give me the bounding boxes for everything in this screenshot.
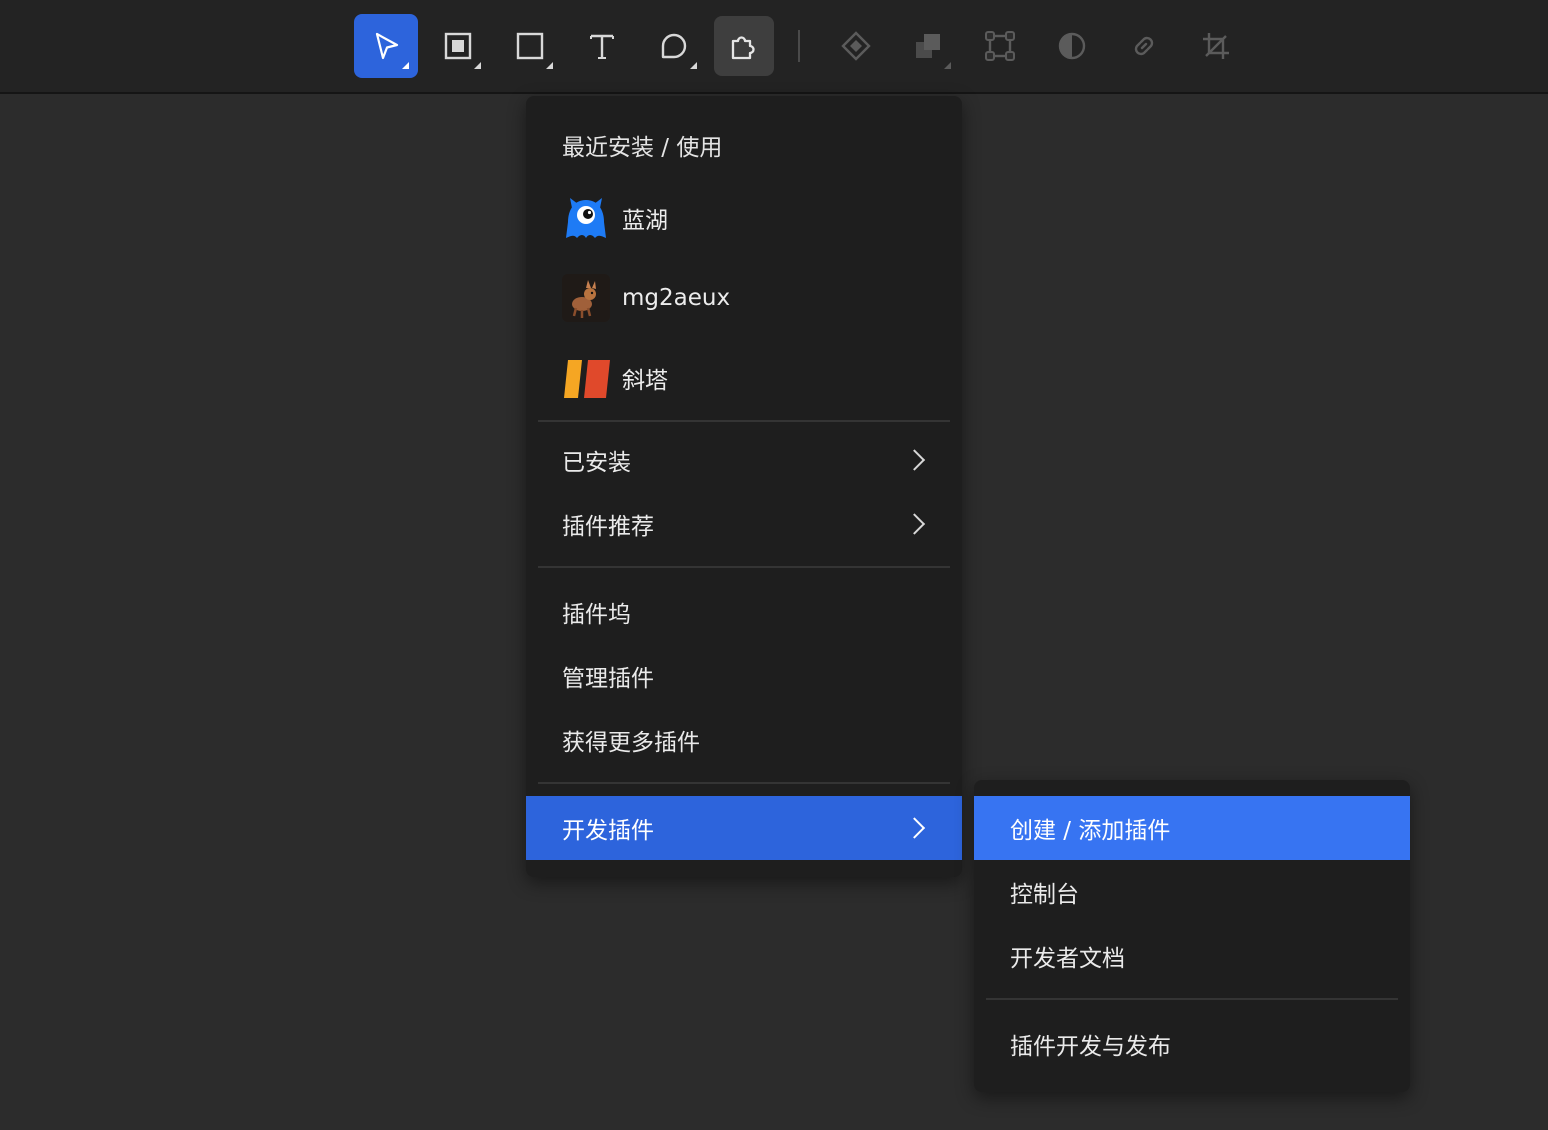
develop-plugin-menu-item[interactable]: 开发插件 [526,796,962,860]
console-label: 控制台 [1010,882,1079,908]
recent-plugin-label: 蓝湖 [622,208,668,234]
recent-plugin-label: 斜塔 [622,368,668,394]
diamond-icon [840,30,872,62]
tool-dropdown-corner-icon [402,62,409,69]
xieta-logo-icon [562,354,610,402]
develop-plugin-submenu: 创建 / 添加插件 控制台 开发者文档 插件开发与发布 [974,780,1410,1092]
developer-docs-menu-item[interactable]: 开发者文档 [974,924,1410,988]
menu-divider [538,420,950,422]
mask-icon [1056,30,1088,62]
lanhu-logo-icon [562,194,610,242]
developer-docs-label: 开发者文档 [1010,946,1125,972]
crop-tool-button[interactable] [1184,14,1248,78]
toolbar-divider [798,30,800,62]
menu-divider [986,998,1398,1000]
mask-tool-button[interactable] [1040,14,1104,78]
text-icon [586,30,618,62]
frame-icon [442,30,474,62]
recommended-menu-item[interactable]: 插件推荐 [526,492,962,556]
manage-plugins-menu-item[interactable]: 管理插件 [526,644,962,708]
recommended-label: 插件推荐 [562,514,654,540]
chevron-right-icon [903,449,926,471]
get-more-plugins-label: 获得更多插件 [562,730,700,756]
plugin-dock-label: 插件坞 [562,602,631,628]
boolean-icon [912,30,944,62]
vector-edit-icon [984,30,1016,62]
pointer-icon [370,30,402,62]
manage-plugins-label: 管理插件 [562,666,654,692]
boolean-tool-button[interactable] [896,14,960,78]
get-more-plugins-menu-item[interactable]: 获得更多插件 [526,708,962,772]
menu-divider [538,782,950,784]
text-tool-button[interactable] [570,14,634,78]
recent-plugin-xieta[interactable]: 斜塔 [562,352,668,404]
mg2aeux-logo-icon [562,274,610,322]
plugin-dock-menu-item[interactable]: 插件坞 [526,580,962,644]
comment-tool-button[interactable] [642,14,706,78]
puzzle-icon [728,30,760,62]
recent-plugin-lanhu[interactable]: 蓝湖 [562,192,668,244]
top-toolbar [0,0,1548,94]
installed-label: 已安装 [562,450,631,476]
chevron-right-icon [903,513,926,535]
console-menu-item[interactable]: 控制台 [974,860,1410,924]
plugin-publish-menu-item[interactable]: 插件开发与发布 [974,1012,1410,1076]
tool-dropdown-corner-icon [474,62,481,69]
link-icon [1128,30,1160,62]
comment-icon [658,30,690,62]
vector-edit-tool-button[interactable] [968,14,1032,78]
frame-tool-button[interactable] [426,14,490,78]
develop-plugin-label: 开发插件 [562,818,654,844]
rectangle-icon [514,30,546,62]
chevron-right-icon [903,817,926,839]
tool-dropdown-corner-icon [546,62,553,69]
link-tool-button[interactable] [1112,14,1176,78]
recent-plugin-mg2aeux[interactable]: mg2aeux [562,272,730,324]
tool-dropdown-corner-icon [944,62,951,69]
component-tool-button[interactable] [824,14,888,78]
create-plugin-menu-item[interactable]: 创建 / 添加插件 [974,796,1410,860]
create-plugin-label: 创建 / 添加插件 [1010,818,1171,844]
recent-section-title: 最近安装 / 使用 [562,135,723,161]
recent-plugin-label: mg2aeux [622,285,731,311]
plugins-tool-button[interactable] [714,16,774,76]
plugin-menu: 最近安装 / 使用 蓝湖 mg2aeux 斜塔 已安装 插件推荐 插件坞 管理插… [526,96,962,877]
rectangle-tool-button[interactable] [498,14,562,78]
move-tool-button[interactable] [354,14,418,78]
plugin-publish-label: 插件开发与发布 [1010,1034,1171,1060]
menu-divider [538,566,950,568]
tool-dropdown-corner-icon [690,62,697,69]
crop-icon [1200,30,1232,62]
installed-menu-item[interactable]: 已安装 [526,428,962,492]
